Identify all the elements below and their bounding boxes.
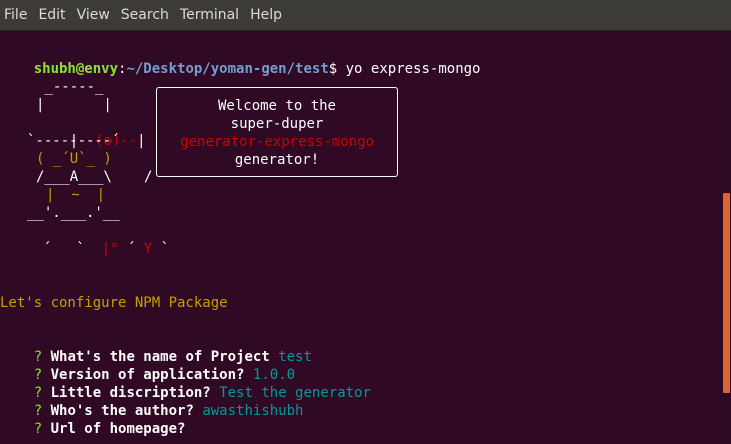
yeoman-art-row-5: ( _´U`_ ) (36, 151, 112, 167)
prompt-symbol: $ (328, 61, 338, 77)
menu-help[interactable]: Help (246, 0, 289, 30)
prompt-command: yo express-mongo (337, 61, 481, 77)
menu-bar: File Edit View Search Terminal Help (0, 0, 731, 31)
question-line-active[interactable]: ? Url of homepage? (0, 402, 194, 444)
speech-line-4: generator! (234, 152, 320, 168)
welcome-speech-bubble: Welcome to the super-duper generator-exp… (156, 87, 398, 177)
menu-terminal[interactable]: Terminal (176, 0, 246, 30)
speech-line-1: Welcome to the (217, 98, 336, 114)
yeoman-art-row-1: _-----_ (36, 79, 104, 95)
prompt-user-host: shubh@envy (33, 61, 119, 77)
terminal-output[interactable]: shubh@envy:~/Desktop/yoman-gen/test$ yo … (0, 31, 722, 444)
terminal-scrollbar[interactable] (722, 31, 731, 444)
yeoman-art-row-8: __'.___.'__ (27, 205, 120, 221)
configure-heading: Let's configure NPM Package (0, 295, 228, 311)
menu-search[interactable]: Search (117, 0, 176, 30)
yeoman-art-row-4: `---------´ (27, 133, 120, 149)
menu-edit[interactable]: Edit (34, 0, 72, 30)
yeoman-art-row-7: | ~ | (46, 187, 106, 203)
prompt-path: ~/Desktop/yoman-gen/test (126, 61, 329, 77)
question-mark: ? (33, 421, 43, 437)
yeoman-art-row-6-tail: / (144, 169, 153, 185)
menu-file[interactable]: File (0, 0, 34, 30)
yeoman-art-row-2: | | (36, 97, 112, 113)
yeoman-art-row-6: /___A___\ (36, 169, 112, 185)
yeoman-art-row-9: ´ ` |° ´ Y ` (42, 241, 170, 257)
question-text: Url of homepage? (50, 421, 186, 437)
speech-line-2: super-duper (230, 116, 324, 132)
scrollbar-thumb[interactable] (723, 193, 730, 393)
speech-line-3: generator-express-mongo (180, 134, 374, 150)
question-answer: awasthishubh (202, 403, 304, 419)
menu-view[interactable]: View (73, 0, 117, 30)
